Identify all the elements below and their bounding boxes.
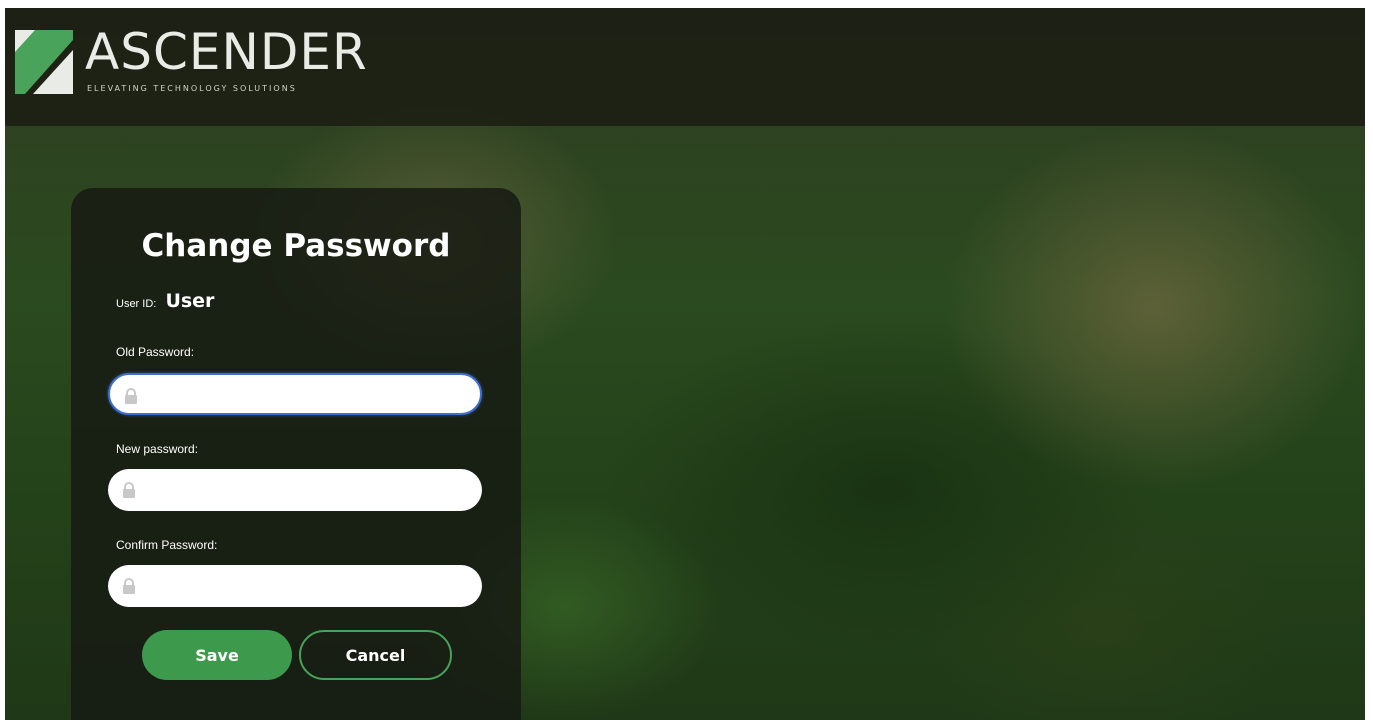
page-background: ASCENDER ELEVATING TECHNOLOGY SOLUTIONS … [5,8,1365,720]
new-password-input[interactable] [142,475,466,505]
new-password-field-wrapper [108,469,482,511]
save-button[interactable]: Save [142,630,292,680]
user-id-label: User ID: [116,298,157,310]
lock-icon [125,388,137,404]
confirm-password-field-wrapper [108,565,482,607]
confirm-password-input[interactable] [142,571,466,601]
user-id-row: User ID: User [116,290,214,312]
change-password-panel: Change Password User ID: User Old Passwo… [71,188,521,720]
old-password-label: Old Password: [116,345,195,359]
lock-icon [123,482,135,498]
brand-tagline: ELEVATING TECHNOLOGY SOLUTIONS [87,84,297,93]
confirm-password-label: Confirm Password: [116,538,218,552]
old-password-field-wrapper [108,373,482,415]
page-title: Change Password [141,228,451,264]
cancel-button[interactable]: Cancel [299,630,452,680]
brand-name: ASCENDER [85,23,368,81]
lock-icon [123,578,135,594]
new-password-label: New password: [116,442,199,456]
header-bar: ASCENDER ELEVATING TECHNOLOGY SOLUTIONS [5,8,1365,126]
user-id-value: User [165,290,215,312]
ascender-logo-icon [15,30,73,94]
old-password-input[interactable] [144,381,468,411]
